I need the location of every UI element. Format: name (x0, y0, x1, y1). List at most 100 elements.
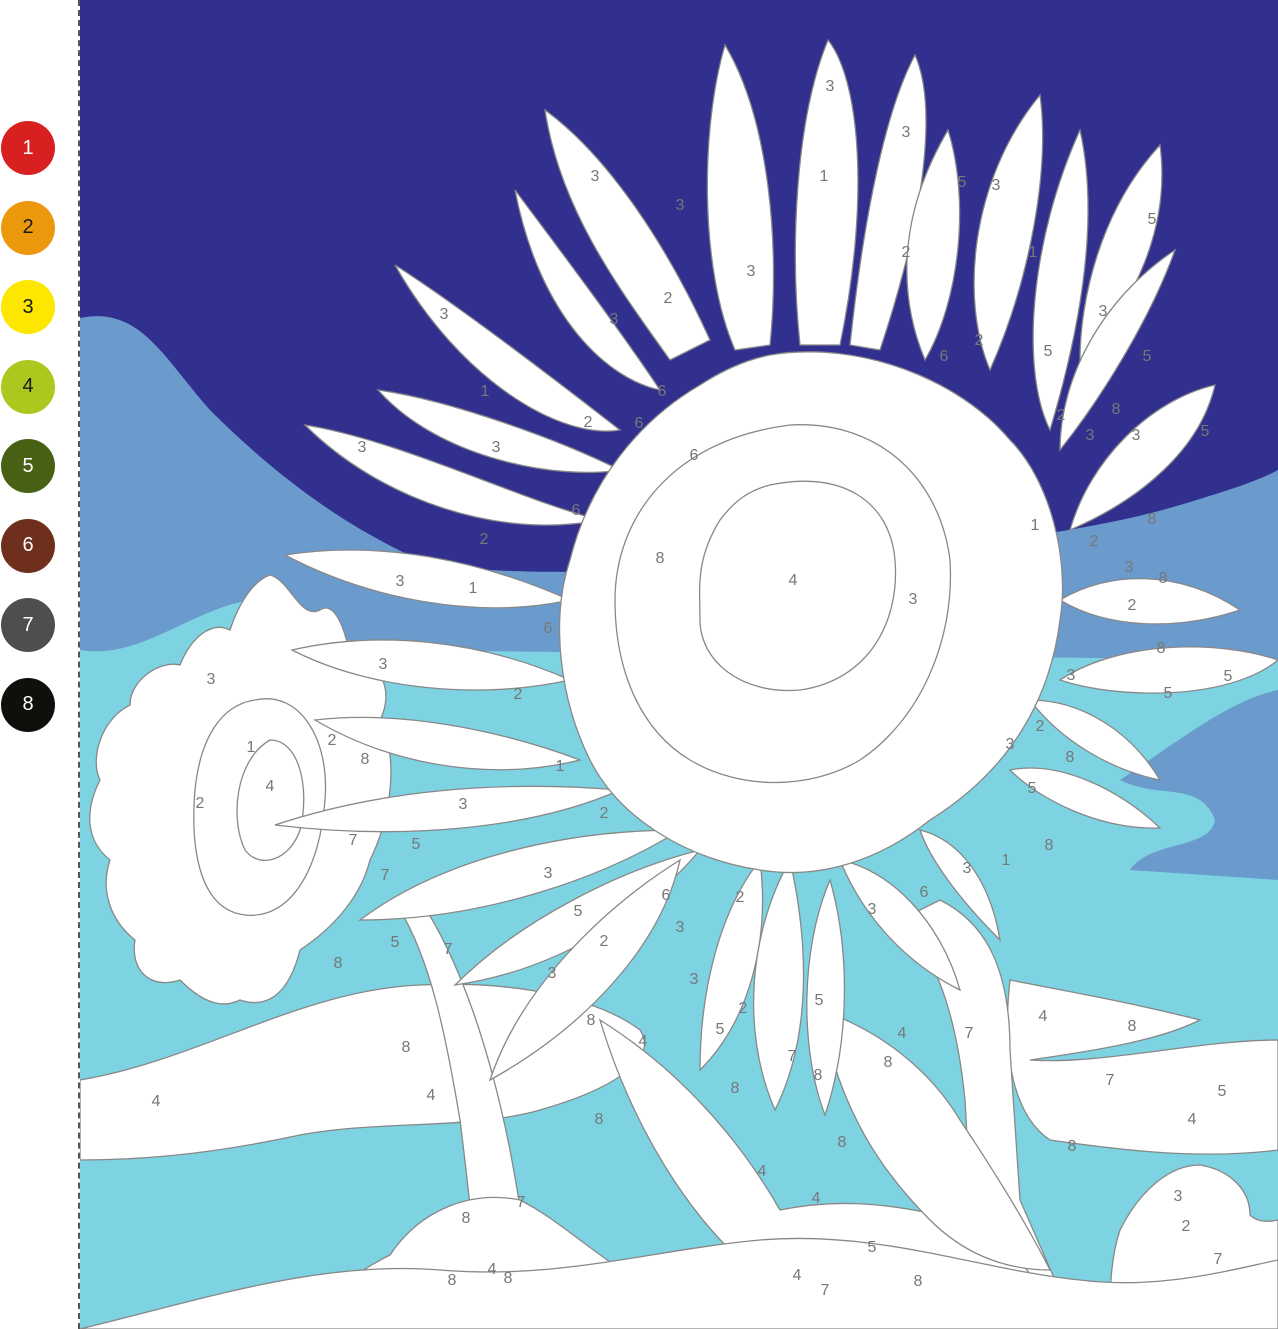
region-number[interactable]: 4 (1039, 1008, 1048, 1025)
region-number[interactable]: 7 (1214, 1251, 1223, 1268)
region-number[interactable]: 3 (591, 168, 600, 185)
region-number[interactable]: 5 (868, 1239, 877, 1256)
region-number[interactable]: 2 (600, 805, 609, 822)
region-number[interactable]: 5 (1218, 1083, 1227, 1100)
region-number[interactable]: 8 (814, 1067, 823, 1084)
palette-swatch-7[interactable]: 7 (1, 598, 55, 652)
region-number[interactable]: 1 (1002, 852, 1011, 869)
region-number[interactable]: 4 (639, 1033, 648, 1050)
region-number[interactable]: 3 (1006, 736, 1015, 753)
region-number[interactable]: 1 (1031, 517, 1040, 534)
region-number[interactable]: 5 (1224, 668, 1233, 685)
region-number[interactable]: 5 (391, 934, 400, 951)
region-number[interactable]: 3 (1099, 303, 1108, 320)
region-number[interactable]: 8 (1045, 837, 1054, 854)
region-number[interactable]: 3 (1086, 427, 1095, 444)
region-number[interactable]: 5 (1201, 423, 1210, 440)
region-number[interactable]: 6 (940, 348, 949, 365)
region-number[interactable]: 3 (676, 197, 685, 214)
region-number[interactable]: 2 (902, 244, 911, 261)
region-number[interactable]: 8 (361, 751, 370, 768)
palette-swatch-5[interactable]: 5 (1, 439, 55, 493)
region-number[interactable]: 2 (1182, 1218, 1191, 1235)
region-number[interactable]: 2 (584, 414, 593, 431)
region-number[interactable]: 8 (1068, 1138, 1077, 1155)
region-number[interactable]: 3 (676, 919, 685, 936)
region-number[interactable]: 4 (812, 1190, 821, 1207)
region-number[interactable]: 4 (488, 1261, 497, 1278)
region-number[interactable]: 4 (152, 1093, 161, 1110)
region-number[interactable]: 7 (381, 867, 390, 884)
region-number[interactable]: 8 (402, 1039, 411, 1056)
region-number[interactable]: 5 (958, 174, 967, 191)
region-number[interactable]: 3 (548, 965, 557, 982)
region-number[interactable]: 2 (600, 933, 609, 950)
region-number[interactable]: 5 (1044, 343, 1053, 360)
region-number[interactable]: 5 (1164, 685, 1173, 702)
region-number[interactable]: 4 (793, 1267, 802, 1284)
region-number[interactable]: 1 (1029, 244, 1038, 261)
region-number[interactable]: 2 (739, 1000, 748, 1017)
region-number[interactable]: 7 (517, 1194, 526, 1211)
region-number[interactable]: 4 (898, 1025, 907, 1042)
region-number[interactable]: 8 (1112, 401, 1121, 418)
region-number[interactable]: 8 (656, 550, 665, 567)
region-number[interactable]: 6 (690, 447, 699, 464)
region-number[interactable]: 8 (334, 955, 343, 972)
region-number[interactable]: 2 (1090, 533, 1099, 550)
region-number[interactable]: 2 (664, 290, 673, 307)
region-number[interactable]: 8 (914, 1273, 923, 1290)
region-number[interactable]: 7 (1106, 1072, 1115, 1089)
region-number[interactable]: 5 (815, 992, 824, 1009)
region-number[interactable]: 6 (658, 383, 667, 400)
region-number[interactable]: 1 (556, 758, 565, 775)
region-number[interactable]: 2 (328, 732, 337, 749)
region-number[interactable]: 8 (595, 1111, 604, 1128)
region-number[interactable]: 2 (514, 686, 523, 703)
region-number[interactable]: 2 (480, 531, 489, 548)
palette-swatch-2[interactable]: 2 (1, 200, 55, 255)
region-number[interactable]: 3 (396, 573, 405, 590)
region-number[interactable]: 5 (1143, 348, 1152, 365)
palette-swatch-3[interactable]: 3 (1, 280, 55, 334)
region-number[interactable]: 4 (758, 1163, 767, 1180)
region-number[interactable]: 7 (965, 1025, 974, 1042)
region-number[interactable]: 6 (662, 887, 671, 904)
region-number[interactable]: 1 (481, 383, 490, 400)
region-number[interactable]: 3 (826, 78, 835, 95)
region-number[interactable]: 3 (868, 901, 877, 918)
region-number[interactable]: 3 (492, 439, 501, 456)
region-number[interactable]: 8 (1148, 511, 1157, 528)
region-number[interactable]: 6 (544, 620, 553, 637)
region-number[interactable]: 3 (207, 671, 216, 688)
region-number[interactable]: 4 (427, 1087, 436, 1104)
region-number[interactable]: 5 (1028, 780, 1037, 797)
region-number[interactable]: 6 (572, 502, 581, 519)
region-number[interactable]: 7 (444, 941, 453, 958)
region-number[interactable]: 5 (1148, 211, 1157, 228)
region-number[interactable]: 3 (1067, 667, 1076, 684)
region-number[interactable]: 3 (610, 311, 619, 328)
palette-swatch-1[interactable]: 1 (1, 121, 55, 175)
region-number[interactable]: 2 (196, 795, 205, 812)
region-number[interactable]: 3 (992, 177, 1001, 194)
palette-swatch-6[interactable]: 6 (1, 518, 55, 573)
region-number[interactable]: 3 (544, 865, 553, 882)
region-number[interactable]: 8 (884, 1054, 893, 1071)
region-number[interactable]: 4 (1188, 1111, 1197, 1128)
region-number[interactable]: 2 (1057, 407, 1066, 424)
region-number[interactable]: 5 (412, 836, 421, 853)
region-number[interactable]: 7 (349, 832, 358, 849)
region-number[interactable]: 8 (1128, 1018, 1137, 1035)
region-number[interactable]: 8 (448, 1272, 457, 1289)
region-number[interactable]: 2 (1128, 597, 1137, 614)
region-number[interactable]: 4 (789, 572, 798, 589)
region-number[interactable]: 6 (920, 884, 929, 901)
region-number[interactable]: 3 (358, 439, 367, 456)
region-number[interactable]: 2 (736, 889, 745, 906)
region-number[interactable]: 4 (266, 778, 275, 795)
coloring-canvas[interactable]: 3315333521323332565618262335336681228384… (80, 0, 1278, 1329)
region-number[interactable]: 1 (247, 739, 256, 756)
region-number[interactable]: 5 (574, 903, 583, 920)
region-number[interactable]: 3 (379, 656, 388, 673)
